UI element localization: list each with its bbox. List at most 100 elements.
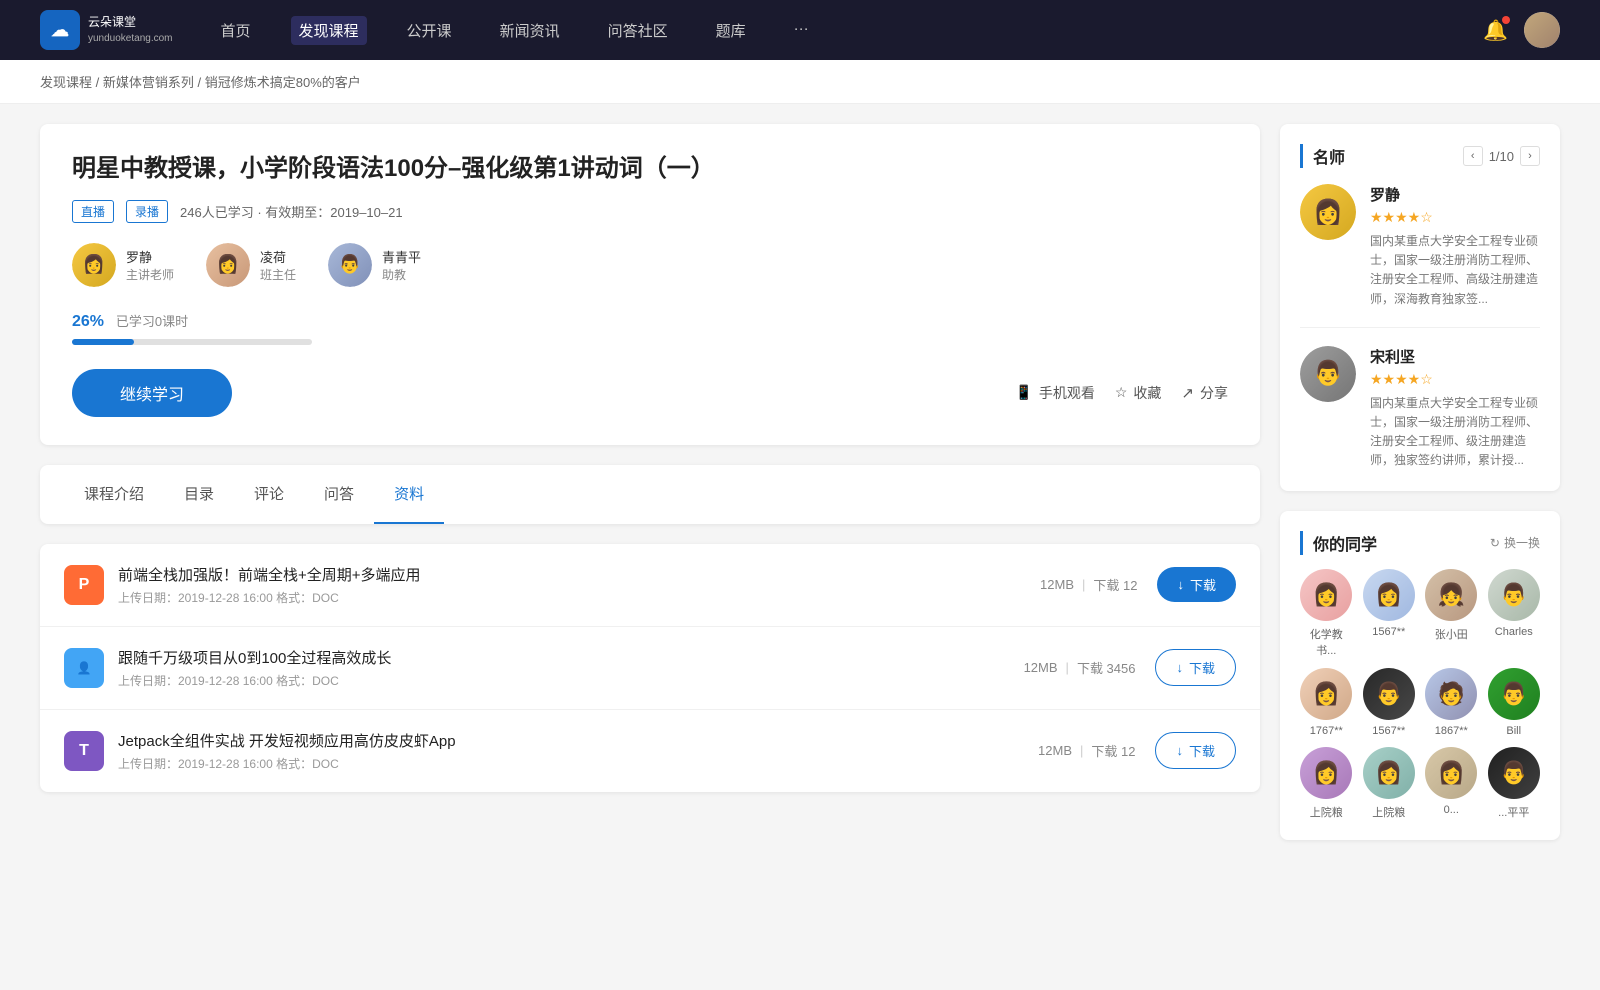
classmate-name-2: 张小田 [1435,626,1468,642]
file-info-1: 跟随千万级项目从0到100全过程高效成长 上传日期：2019-12-28 16:… [118,647,1024,689]
course-meta: 直播 录播 246人已学习 · 有效期至：2019–10–21 [72,200,1228,223]
classmate-avatar-6: 🧑 [1425,668,1477,720]
download-button-1[interactable]: ↓ 下载 [1155,649,1236,686]
nav-home[interactable]: 首页 [213,16,259,45]
nav-quiz[interactable]: 题库 [708,16,754,45]
teacher-item-2: 👨 青青平 助教 [328,243,421,287]
teachers-prev-btn[interactable]: ‹ [1463,146,1483,166]
sidebar-teacher-avatar-1: 👨 [1300,346,1356,402]
mobile-watch-button[interactable]: 📱 手机观看 [1015,383,1094,403]
classmate-7[interactable]: 👨 Bill [1488,668,1541,737]
download-button-0[interactable]: ↓ 下载 [1157,567,1236,602]
classmate-11[interactable]: 👨 ...平平 [1488,747,1541,820]
tabs-bar: 课程介绍 目录 评论 问答 资料 [40,465,1260,524]
nav-right: 🔔 [1483,12,1560,48]
teacher-role-2: 助教 [382,266,421,283]
share-label: 分享 [1200,383,1228,403]
classmate-5[interactable]: 👨 1567** [1363,668,1416,737]
classmate-6[interactable]: 🧑 1867** [1425,668,1478,737]
nav-discover[interactable]: 发现课程 [291,16,367,45]
classmate-avatar-5: 👨 [1363,668,1415,720]
file-stats-0: 12MB | 下载 12 [1040,575,1137,594]
logo-text: 云朵课堂yunduoketang.com [88,15,173,44]
teacher-avatar-2: 👨 [328,243,372,287]
teacher-info-0: 罗静 主讲老师 [126,247,174,283]
classmate-8[interactable]: 👩 上院粮 [1300,747,1353,820]
teachers-next-btn[interactable]: › [1520,146,1540,166]
download-icon-0: ↓ [1177,577,1184,592]
nav-news[interactable]: 新闻资讯 [492,16,568,45]
file-item-2: T Jetpack全组件实战 开发短视频应用高仿皮皮虾App 上传日期：2019… [40,710,1260,792]
share-button[interactable]: ↗ 分享 [1181,383,1228,403]
classmate-name-4: 1767** [1310,725,1343,737]
teachers-list: 👩 罗静 主讲老师 👩 凌荷 班主任 [72,243,1228,287]
classmate-0[interactable]: 👩 化学教书... [1300,569,1353,658]
classmate-3[interactable]: 👨 Charles [1488,569,1541,658]
sidebar-teacher-0: 👩 罗静 ★★★★☆ 国内某重点大学安全工程专业硕士，国家一级注册消防工程师、注… [1300,184,1540,328]
nav-open[interactable]: 公开课 [399,16,460,45]
classmate-name-6: 1867** [1435,725,1468,737]
classmate-name-3: Charles [1495,626,1533,638]
nav-qa[interactable]: 问答社区 [600,16,676,45]
course-meta-text: 246人已学习 · 有效期至：2019–10–21 [180,202,403,221]
tab-material[interactable]: 资料 [374,465,444,524]
file-name-0: 前端全栈加强版！前端全栈+全周期+多端应用 [118,564,1040,585]
teachers-pagination: ‹ 1/10 › [1463,146,1540,166]
file-info-0: 前端全栈加强版！前端全栈+全周期+多端应用 上传日期：2019-12-28 16… [118,564,1040,606]
course-card: 明星中教授课，小学阶段语法100分–强化级第1讲动词（一） 直播 录播 246人… [40,124,1260,445]
teacher-item-1: 👩 凌荷 班主任 [206,243,296,287]
notification-bell[interactable]: 🔔 [1483,18,1508,43]
progress-sub: 已学习0课时 [116,314,188,329]
collect-button[interactable]: ☆ 收藏 [1115,383,1162,403]
nav-more[interactable]: ··· [786,16,817,45]
sidebar-teacher-1: 👨 宋利坚 ★★★★☆ 国内某重点大学安全工程专业硕士，国家一级注册消防工程师、… [1300,346,1540,471]
right-sidebar: 名师 ‹ 1/10 › 👩 罗静 ★★★★☆ 国内某重点大学安全工程专业硕士，国… [1280,124,1560,860]
download-icon-1: ↓ [1176,660,1183,675]
classmate-avatar-9: 👩 [1363,747,1415,799]
file-stats-2: 12MB | 下载 12 [1038,741,1135,760]
teachers-sidebar-header: 名师 ‹ 1/10 › [1300,144,1540,168]
file-downloads-0: 下载 12 [1093,575,1137,594]
file-downloads-1: 下载 3456 [1077,658,1136,677]
breadcrumb-discover[interactable]: 发现课程 [40,75,92,90]
progress-bar-fill [72,339,134,345]
teacher-info-2: 青青平 助教 [382,247,421,283]
sidebar-teacher-desc-1: 国内某重点大学安全工程专业硕士，国家一级注册消防工程师、注册安全工程师、级注册建… [1370,394,1540,471]
continue-button[interactable]: 继续学习 [72,369,232,417]
tab-review[interactable]: 评论 [234,465,304,524]
file-size-1: 12MB [1024,660,1058,675]
refresh-icon: ↻ [1490,536,1500,550]
classmate-name-8: 上院粮 [1310,804,1343,820]
teacher-avatar-0: 👩 [72,243,116,287]
file-meta-0: 上传日期：2019-12-28 16:00 格式：DOC [118,589,1040,606]
classmate-1[interactable]: 👩 1567** [1363,569,1416,658]
file-size-2: 12MB [1038,743,1072,758]
refresh-classmates-btn[interactable]: ↻ 换一换 [1490,534,1540,551]
classmate-4[interactable]: 👩 1767** [1300,668,1353,737]
classmate-9[interactable]: 👩 上院粮 [1363,747,1416,820]
secondary-actions: 📱 手机观看 ☆ 收藏 ↗ 分享 [1015,383,1228,403]
file-icon-1: 👤 [64,648,104,688]
breadcrumb: 发现课程 / 新媒体营销系列 / 销冠修炼术搞定80%的客户 [0,60,1600,104]
classmate-10[interactable]: 👩 0... [1425,747,1478,820]
file-stats-1: 12MB | 下载 3456 [1024,658,1136,677]
progress-label: 26% [72,313,104,330]
file-icon-0: P [64,565,104,605]
classmate-avatar-0: 👩 [1300,569,1352,621]
logo[interactable]: ☁ 云朵课堂yunduoketang.com [40,10,173,50]
tab-catalog[interactable]: 目录 [164,465,234,524]
progress-bar-bg [72,339,312,345]
sidebar-teacher-name-0: 罗静 [1370,184,1540,205]
file-name-2: Jetpack全组件实战 开发短视频应用高仿皮皮虾App [118,730,1038,751]
share-icon: ↗ [1181,384,1194,402]
nav-items: 首页 发现课程 公开课 新闻资讯 问答社区 题库 ··· [213,16,1484,45]
user-avatar-nav[interactable] [1524,12,1560,48]
download-button-2[interactable]: ↓ 下载 [1155,732,1236,769]
breadcrumb-series[interactable]: 新媒体营销系列 [103,75,194,90]
classmate-2[interactable]: 👧 张小田 [1425,569,1478,658]
teacher-name-2: 青青平 [382,247,421,266]
tab-qa[interactable]: 问答 [304,465,374,524]
left-content: 明星中教授课，小学阶段语法100分–强化级第1讲动词（一） 直播 录播 246人… [40,124,1260,860]
navbar: ☁ 云朵课堂yunduoketang.com 首页 发现课程 公开课 新闻资讯 … [0,0,1600,60]
tab-intro[interactable]: 课程介绍 [64,465,164,524]
